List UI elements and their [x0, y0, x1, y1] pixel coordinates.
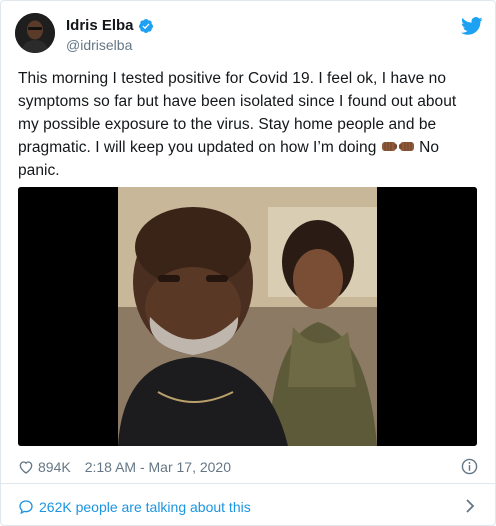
like-count[interactable]: 894K — [38, 459, 71, 475]
tweet-meta: 894K 2:18 AM - Mar 17, 2020 — [18, 457, 478, 477]
conversation-count[interactable]: 262K people are talking about this — [39, 499, 251, 515]
author-block: Idris Elba @idriselba — [66, 17, 154, 53]
fist-bump-icon — [398, 137, 415, 151]
conversation-link[interactable]: 262K people are talking about this — [18, 497, 478, 517]
twitter-bird-icon[interactable] — [461, 15, 483, 37]
speech-bubble-icon — [18, 499, 34, 515]
divider — [1, 483, 495, 484]
fist-bump-icon — [381, 137, 398, 151]
tweet-card: Idris Elba @idriselba This morning I tes… — [0, 0, 496, 526]
display-name[interactable]: Idris Elba — [66, 17, 134, 34]
tweet-header: Idris Elba @idriselba — [15, 13, 483, 61]
heart-icon[interactable] — [18, 459, 34, 475]
info-icon[interactable] — [461, 458, 478, 475]
chevron-right-icon[interactable] — [464, 499, 476, 513]
tweet-video[interactable] — [18, 187, 477, 446]
avatar[interactable] — [15, 13, 55, 53]
verified-badge-icon — [138, 18, 154, 34]
tweet-text: This morning I tested positive for Covid… — [18, 67, 480, 182]
name-row: Idris Elba — [66, 17, 154, 34]
author-handle[interactable]: @idriselba — [66, 37, 154, 53]
tweet-timestamp[interactable]: 2:18 AM - Mar 17, 2020 — [85, 459, 231, 475]
